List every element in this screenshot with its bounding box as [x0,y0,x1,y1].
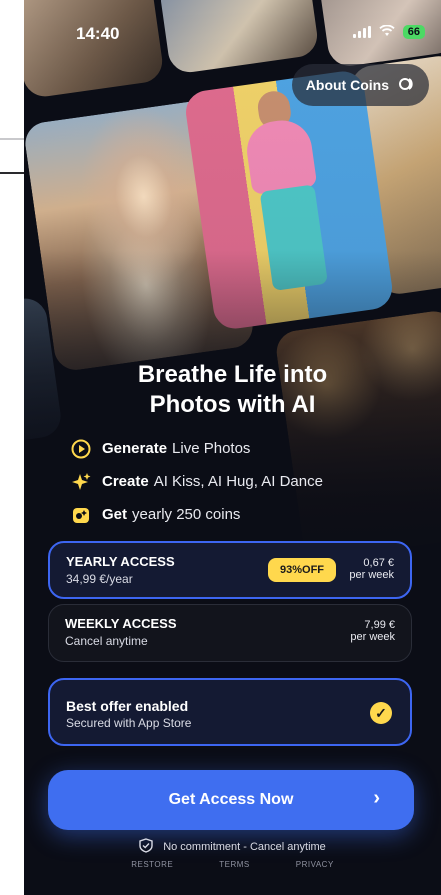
feature-bold: Generate [102,440,168,457]
terms-link[interactable]: TERMS [219,860,250,869]
feature-bold: Create [102,473,149,490]
divider [0,138,24,140]
about-coins-label: About Coins [305,77,389,93]
privacy-link[interactable]: PRIVACY [296,860,334,869]
feature-bold: Get [102,506,128,523]
about-coins-button[interactable]: About Coins [291,64,429,106]
coins-icon [397,75,415,96]
collage-photo [158,0,320,75]
commitment-note: No commitment - Cancel anytime [24,838,441,856]
feature-item: Create AI Kiss, AI Hug, AI Dance [70,465,410,498]
feature-item: Generate Live Photos [70,432,410,465]
plan-subtitle: 34,99 €/year [66,572,133,586]
get-access-label: Get Access Now [168,791,294,808]
headline-line-2: Photos with AI [149,391,316,418]
paywall-screen: 14:40 66 About Coins Breathe Life into P… [24,0,441,895]
plan-subtitle: Cancel anytime [65,634,148,648]
signal-icon [352,26,371,38]
wifi-icon [379,24,395,40]
divider [0,172,24,174]
plan-title: WEEKLY ACCESS [65,616,177,631]
feature-text: AI Kiss, AI Hug, AI Dance [153,473,323,490]
collage-photo-man [183,68,395,332]
play-circle-icon [70,438,92,460]
checkmark-icon: ✓ [370,702,392,724]
plan-price: 0,67 € per week [349,557,394,581]
feature-item: Get yearly 250 coins [70,498,410,531]
status-icons: 66 [352,24,425,40]
feature-text: Live Photos [172,440,251,457]
battery-icon: 66 [402,25,425,39]
plan-price: 7,99 € per week [350,619,395,643]
collage-photo [24,0,165,100]
discount-badge: 93%OFF [268,558,337,582]
plan-yearly-option[interactable]: YEARLY ACCESS 34,99 €/year 93%OFF 0,67 €… [48,541,412,599]
status-time: 14:40 [76,24,120,43]
plan-title: YEARLY ACCESS [66,554,175,569]
best-offer-title: Best offer enabled [66,698,189,714]
price-unit: per week [350,631,395,643]
price-unit: per week [349,569,394,581]
page-title: Breathe Life into Photos with AI [24,360,441,420]
commitment-text: No commitment - Cancel anytime [163,841,326,853]
shield-check-icon [139,838,153,856]
restore-link[interactable]: RESTORE [131,860,173,869]
get-access-button[interactable]: Get Access Now › [48,770,414,830]
headline-line-1: Breathe Life into [137,361,328,388]
sparkles-icon [70,471,92,493]
best-offer-subtitle: Secured with App Store [66,716,192,730]
price-value: 0,67 € [363,557,394,569]
best-offer-toggle[interactable]: Best offer enabled Secured with App Stor… [48,678,412,746]
chevron-right-icon: › [373,787,380,809]
feature-list: Generate Live Photos Create AI Kiss, AI … [70,432,410,531]
price-value: 7,99 € [364,619,395,631]
background-app-strip [0,0,24,895]
coins-icon [70,504,92,526]
plan-weekly-option[interactable]: WEEKLY ACCESS Cancel anytime 7,99 € per … [48,604,412,662]
feature-text: yearly 250 coins [132,506,241,523]
footer-links: RESTORE TERMS PRIVACY [24,860,441,869]
